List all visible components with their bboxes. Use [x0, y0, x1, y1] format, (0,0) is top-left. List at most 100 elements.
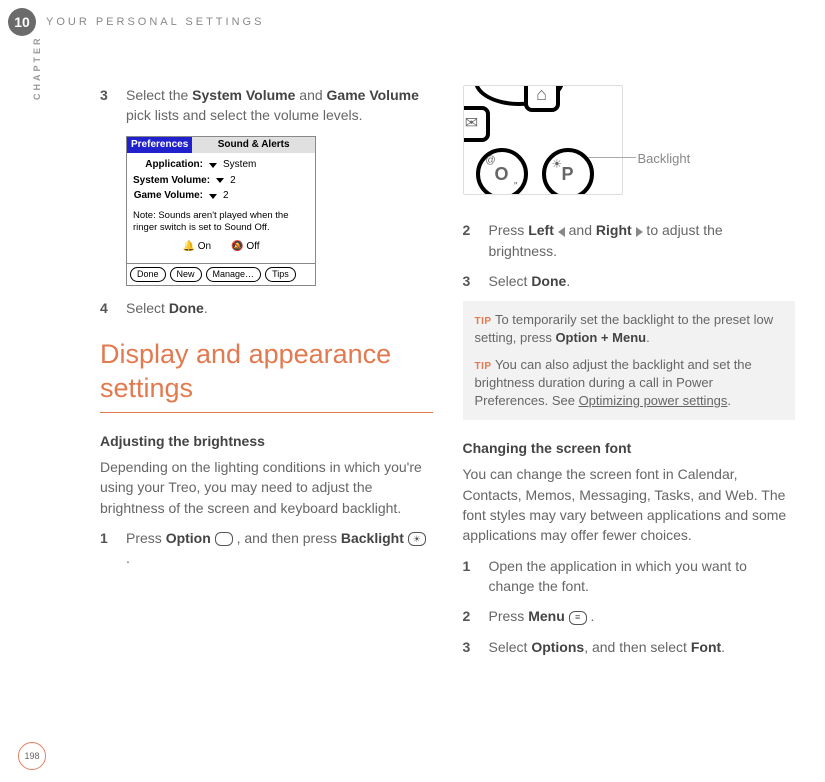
left-arrow-icon	[558, 227, 565, 237]
device-figure-wrap: ⌂ ✉ @ O " ☀ P Backlight	[463, 85, 796, 208]
step-text: Press Menu ≡ .	[489, 606, 595, 626]
text: , and then select	[584, 639, 691, 655]
text: and	[565, 222, 596, 238]
screenshot-radio-row: 🔔 On 🔕 Off	[133, 240, 309, 255]
tip-1: TIP To temporarily set the backlight to …	[475, 311, 784, 347]
done-button: Done	[130, 267, 166, 282]
font-step-3: 3 Select Options, and then select Font.	[463, 637, 796, 657]
step-text: Press Left and Right to adjust the brigh…	[489, 220, 796, 261]
step-text: Open the application in which you want t…	[489, 556, 796, 597]
chapter-number-badge: 10	[8, 8, 36, 36]
new-button: New	[170, 267, 202, 282]
mail-key-icon: ✉	[463, 106, 490, 142]
text: Press	[489, 608, 529, 624]
bold-text: Backlight	[341, 530, 404, 546]
bold-text: Left	[528, 222, 554, 238]
text: .	[727, 393, 731, 408]
step-text: Select Done.	[489, 271, 571, 291]
screenshot-title-left: Preferences	[127, 137, 192, 154]
section-heading: Display and appearance settings	[100, 338, 433, 413]
bold-text: System Volume	[192, 87, 295, 103]
app-row: Application: System	[133, 158, 309, 173]
screenshot-note: Note: Sounds aren't played when the ring…	[133, 210, 309, 235]
right-column: ⌂ ✉ @ O " ☀ P Backlight 2 Press Left and…	[463, 85, 796, 732]
key-letter: P	[561, 161, 573, 187]
optimizing-power-link[interactable]: Optimizing power settings	[579, 393, 728, 408]
tip-label: TIP	[475, 361, 492, 372]
game-vol-row: Game Volume: 2	[133, 189, 309, 204]
bold-text: Option + Menu	[555, 330, 646, 345]
dropdown-icon	[209, 194, 217, 199]
step-number: 2	[463, 606, 477, 626]
sys-vol-row: System Volume: 2	[133, 174, 309, 189]
paragraph: Depending on the lighting conditions in …	[100, 457, 433, 518]
bold-text: Option	[166, 530, 211, 546]
tip-box: TIP To temporarily set the backlight to …	[463, 301, 796, 420]
step-text: Select Options, and then select Font.	[489, 637, 726, 657]
o-key: @ O "	[476, 148, 528, 195]
bold-text: Done	[169, 300, 204, 316]
bold-text: Right	[596, 222, 632, 238]
radio-label: On	[198, 241, 211, 252]
backlight-callout: Backlight	[638, 150, 691, 169]
font-step-1: 1 Open the application in which you want…	[463, 556, 796, 597]
text: Select the	[126, 87, 192, 103]
text: and	[295, 87, 326, 103]
step-3-right: 3 Select Done.	[463, 271, 796, 291]
screenshot-titlebar: Preferences Sound & Alerts	[127, 137, 315, 154]
row-label: System Volume:	[133, 174, 210, 189]
text: , and then press	[233, 530, 341, 546]
step-1: 1 Press Option , and then press Backligh…	[100, 528, 433, 569]
row-value: 2	[223, 189, 229, 204]
page-number: 198	[18, 742, 46, 770]
row-value: 2	[230, 174, 236, 189]
screenshot-body: Application: System System Volume: 2 Gam…	[127, 153, 315, 263]
step-text: Press Option , and then press Backlight …	[126, 528, 433, 569]
tip-label: TIP	[475, 316, 492, 327]
step-number: 1	[100, 528, 114, 569]
step-number: 1	[463, 556, 477, 597]
chapter-header: 10 YOUR PERSONAL SETTINGS	[8, 8, 264, 36]
backlight-key-icon: ☀	[408, 532, 426, 546]
menu-key-icon: ≡	[569, 611, 587, 625]
text: Select	[489, 639, 532, 655]
font-step-2: 2 Press Menu ≡ .	[463, 606, 796, 626]
paragraph-2: You can change the screen font in Calend…	[463, 464, 796, 545]
key-letter: O	[494, 161, 508, 187]
screenshot-title-right: Sound & Alerts	[192, 137, 315, 154]
left-column: 3 Select the System Volume and Game Volu…	[100, 85, 433, 732]
radio-label: Off	[246, 241, 259, 252]
preferences-screenshot: Preferences Sound & Alerts Application: …	[126, 136, 316, 286]
sub-heading: Adjusting the brightness	[100, 431, 433, 451]
right-arrow-icon	[636, 227, 643, 237]
step-3: 3 Select the System Volume and Game Volu…	[100, 85, 433, 126]
chapter-title: YOUR PERSONAL SETTINGS	[46, 16, 264, 28]
row-label: Game Volume:	[133, 189, 203, 204]
p-key: ☀ P	[542, 148, 594, 195]
text: Press	[126, 530, 166, 546]
bold-text: Options	[531, 639, 584, 655]
manage-button: Manage…	[206, 267, 262, 282]
page-content: 3 Select the System Volume and Game Volu…	[100, 85, 795, 732]
text: pick lists and select the volume levels.	[126, 107, 363, 123]
sun-icon: ☀	[552, 156, 563, 173]
bold-text: Menu	[528, 608, 565, 624]
bold-text: Font	[691, 639, 721, 655]
radio-off: 🔕 Off	[231, 240, 259, 255]
step-number: 2	[463, 220, 477, 261]
row-value: System	[223, 158, 256, 173]
bold-text: Game Volume	[327, 87, 419, 103]
text: .	[566, 273, 570, 289]
step-text: Select the System Volume and Game Volume…	[126, 85, 433, 126]
home-key-icon: ⌂	[524, 85, 560, 112]
step-number: 3	[100, 85, 114, 126]
text: Select	[126, 300, 169, 316]
step-number: 4	[100, 298, 114, 318]
device-figure: ⌂ ✉ @ O " ☀ P	[463, 85, 623, 195]
step-number: 3	[463, 637, 477, 657]
dropdown-icon	[209, 163, 217, 168]
tips-button: Tips	[265, 267, 296, 282]
option-key-icon	[215, 532, 233, 546]
sub-heading-2: Changing the screen font	[463, 438, 796, 458]
step-number: 3	[463, 271, 477, 291]
